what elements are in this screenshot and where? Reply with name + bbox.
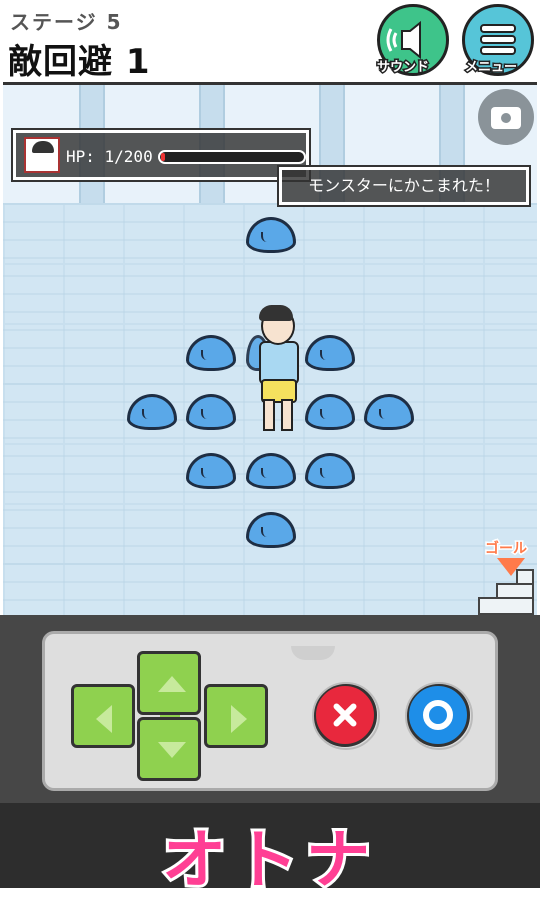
o-button[interactable] xyxy=(405,682,473,750)
goal-label: ゴール xyxy=(484,540,529,559)
arrow-down-icon xyxy=(158,742,186,758)
player-leg xyxy=(263,399,275,431)
hp-bar xyxy=(158,150,306,164)
stage-label: ステージ 5 xyxy=(10,10,123,34)
avatar xyxy=(24,137,60,173)
sound-button-label: サウンド xyxy=(375,59,430,77)
arrow-right-icon xyxy=(231,705,247,733)
x-button[interactable] xyxy=(312,682,380,750)
circle-icon xyxy=(423,700,453,730)
player-character xyxy=(251,305,303,435)
arrow-up-icon xyxy=(158,676,186,692)
stage-title: 敵回避 1 xyxy=(8,42,151,82)
dpad-down-button[interactable] xyxy=(137,717,201,781)
ad-banner[interactable]: オトナ xyxy=(0,803,540,901)
header: ステージ 5 敵回避 1 サウンド メニュー xyxy=(0,0,540,82)
goal-stairs xyxy=(478,569,534,615)
camera-lens xyxy=(499,111,513,125)
camera-button[interactable] xyxy=(478,89,534,145)
hp-bar-fill xyxy=(161,153,165,161)
arrow-left-icon xyxy=(96,705,112,733)
dpad-up-button[interactable] xyxy=(137,651,201,715)
pad-notch xyxy=(291,646,335,660)
hp-text: HP: 1/200 xyxy=(66,147,153,166)
menu-button-label: メニュー xyxy=(463,59,518,77)
game-field: HP: 1/200 モンスターにかこまれた！ ゴール xyxy=(3,82,537,615)
player-leg xyxy=(281,399,293,431)
banner-text: オトナ xyxy=(159,821,378,901)
dpad-left-button[interactable] xyxy=(71,684,135,748)
player-hair xyxy=(259,305,293,321)
dpad-right-button[interactable] xyxy=(204,684,268,748)
hp-status-panel: HP: 1/200 xyxy=(11,128,311,182)
message-box: モンスターにかこまれた！ xyxy=(277,165,531,207)
